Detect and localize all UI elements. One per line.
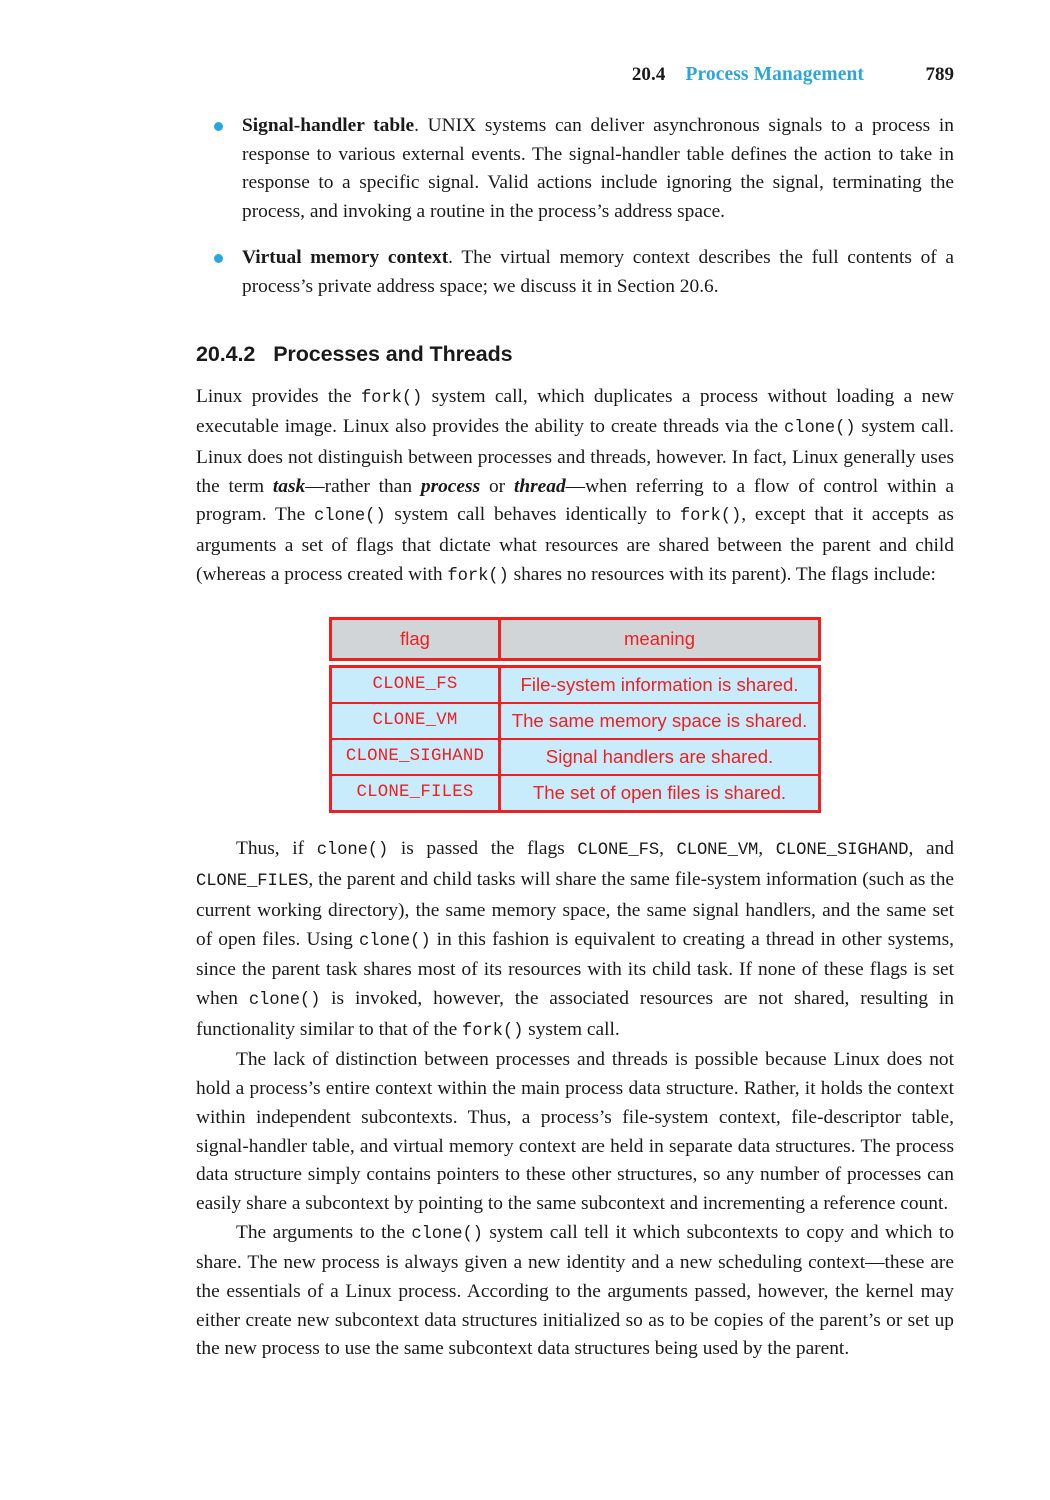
text-run: Linux provides the	[196, 385, 361, 407]
text-run: system call behaves identically to	[385, 504, 680, 526]
column-header-meaning: meaning	[624, 627, 695, 649]
text-run: The arguments to the	[236, 1221, 412, 1243]
code-clone-vm: CLONE_VM	[676, 841, 759, 861]
code-clone: clone()	[411, 1224, 483, 1244]
cell-flag: CLONE_VM	[332, 704, 501, 739]
table-header-block: flag meaning	[329, 617, 821, 662]
table-row: CLONE_SIGHAND Signal handlers are shared…	[332, 738, 818, 775]
text-run: The lack of distinction between processe…	[196, 1049, 954, 1214]
table-row: CLONE_FS File-system information is shar…	[332, 668, 818, 703]
code-clone-files: CLONE_FILES	[196, 872, 309, 892]
list-item-lead: Signal-handler table	[242, 115, 415, 136]
code-clone-sighand: CLONE_SIGHAND	[775, 841, 909, 861]
paragraph-thus: Thus, if clone() is passed the flags CLO…	[196, 835, 954, 1046]
code-clone: clone()	[784, 419, 856, 439]
column-header-flag: flag	[332, 620, 501, 659]
table-row: CLONE_VM The same memory space is shared…	[332, 702, 818, 739]
flags-table-figure: flag meaning CLONE_FS File-system inform…	[196, 617, 954, 814]
cell-flag: CLONE_FS	[332, 668, 501, 703]
running-head: 20.4 Process Management 789	[196, 64, 954, 98]
table-body-block: CLONE_FS File-system information is shar…	[329, 665, 821, 814]
emphasis-task: task	[272, 475, 306, 497]
code-clone: clone()	[248, 991, 321, 1010]
text-run: ,	[758, 838, 776, 860]
cell-meaning: Signal handlers are shared.	[545, 745, 774, 767]
text-run: —rather than	[305, 475, 421, 497]
paragraph-intro: Linux provides the fork() system call, w…	[196, 383, 954, 592]
text-run: Thus, if	[236, 838, 317, 860]
cell-flag: CLONE_SIGHAND	[332, 740, 501, 775]
document-page: 20.4 Process Management 789 Signal-handl…	[0, 0, 1050, 1500]
list-item-lead: Virtual memory context	[242, 247, 449, 269]
paragraph-arguments: The arguments to the clone() system call…	[196, 1219, 954, 1365]
section-heading: 20.4.2 Processes and Threads	[196, 342, 954, 367]
code-fork: fork()	[360, 388, 423, 408]
emphasis-thread: thread	[513, 475, 566, 497]
text-run: or	[480, 475, 514, 497]
text-run: , and	[908, 838, 954, 860]
header-section-number: 20.4	[631, 64, 666, 85]
code-fork: fork()	[447, 566, 509, 586]
text-run: ,	[659, 838, 677, 860]
section-heading-title: Processes and Threads	[273, 341, 513, 366]
cell-meaning: The set of open files is shared.	[532, 781, 787, 803]
code-clone: clone()	[316, 841, 389, 861]
cell-flag: CLONE_FILES	[332, 776, 501, 811]
code-clone: clone()	[359, 931, 431, 951]
page-number: 789	[925, 64, 955, 85]
text-run: system call.	[523, 1018, 620, 1040]
cell-meaning: File-system information is shared.	[520, 673, 799, 695]
text-run: is passed the flags	[388, 838, 578, 860]
flags-table: flag meaning CLONE_FS File-system inform…	[329, 617, 821, 814]
paragraph-lack-of-distinction: The lack of distinction between processe…	[196, 1046, 954, 1218]
table-row: CLONE_FILES The set of open files is sha…	[332, 774, 818, 811]
section-heading-number: 20.4.2	[196, 341, 256, 366]
code-clone: clone()	[314, 507, 386, 527]
cell-meaning: The same memory space is shared.	[511, 709, 808, 731]
code-fork: fork()	[462, 1021, 524, 1041]
table-header-row: flag meaning	[332, 620, 818, 659]
emphasis-process: process	[420, 475, 481, 497]
list-item: Signal-handler table. UNIX systems can d…	[196, 112, 954, 226]
text-column: Signal-handler table. UNIX systems can d…	[196, 112, 954, 1364]
bullet-dot-icon	[214, 254, 223, 264]
code-clone-fs: CLONE_FS	[577, 841, 660, 861]
code-fork: fork()	[679, 507, 742, 527]
list-item: Virtual memory context. The virtual memo…	[196, 244, 954, 301]
header-section-title: Process Management	[685, 64, 864, 85]
bullet-list: Signal-handler table. UNIX systems can d…	[196, 112, 954, 302]
text-run: shares no resources with its parent). Th…	[508, 563, 936, 585]
bullet-dot-icon	[214, 122, 223, 131]
